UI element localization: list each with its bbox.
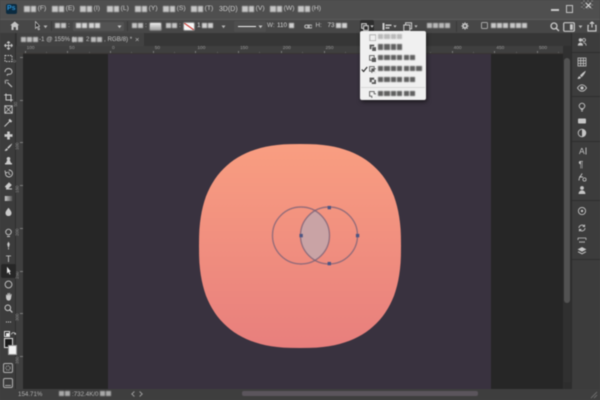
svg-text:¶: ¶ [579,160,584,170]
svg-text:A: A [579,146,585,156]
svg-text:T: T [5,254,11,263]
